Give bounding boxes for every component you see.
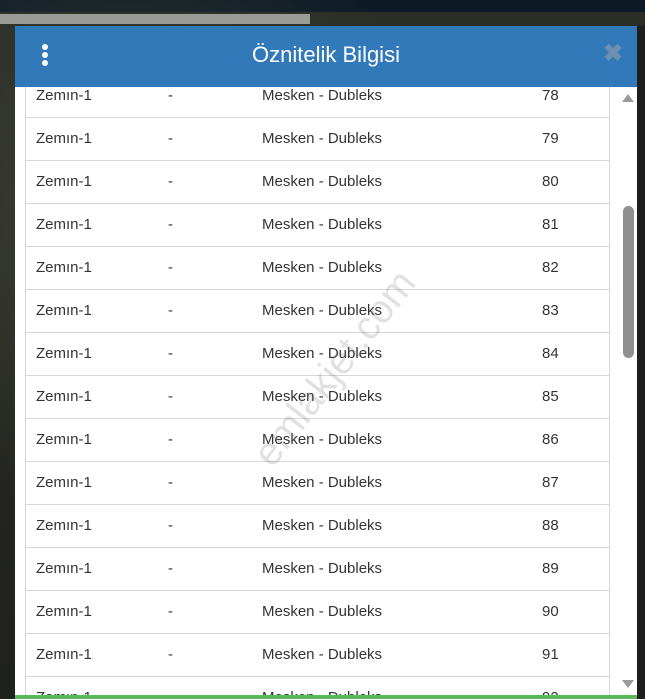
floor-cell: Zemın-1 [36, 517, 92, 534]
floor-cell: Zemın-1 [36, 87, 92, 104]
type-cell: Mesken - Dubleks [262, 431, 383, 448]
table-row[interactable]: Zemın-1 - Mesken - Dubleks 78 [26, 87, 609, 118]
table-row[interactable]: Zemın-1 - Mesken - Dubleks 85 [26, 376, 609, 419]
dash-cell: - [168, 431, 173, 448]
unit-number-cell: 90 [542, 603, 559, 620]
floor-cell: Zemın-1 [36, 431, 92, 448]
vertical-scrollbar[interactable] [618, 87, 637, 699]
dash-cell: - [168, 388, 173, 405]
dash-cell: - [168, 130, 173, 147]
type-cell: Mesken - Dubleks [262, 517, 383, 534]
table-row[interactable]: Zemın-1 - Mesken - Dubleks 89 [26, 548, 609, 591]
unit-number-cell: 83 [542, 302, 559, 319]
floor-cell: Zemın-1 [36, 259, 92, 276]
dash-cell: - [168, 603, 173, 620]
table-row[interactable]: Zemın-1 - Mesken - Dubleks 88 [26, 505, 609, 548]
table-row[interactable]: Zemın-1 - Mesken - Dubleks 91 [26, 634, 609, 677]
floor-cell: Zemın-1 [36, 646, 92, 663]
type-cell: Mesken - Dubleks [262, 603, 383, 620]
type-cell: Mesken - Dubleks [262, 474, 383, 491]
dash-cell: - [168, 216, 173, 233]
map-edge [637, 26, 645, 699]
panel-title: Öznitelik Bilgisi [252, 42, 400, 67]
panel-header: Öznitelik Bilgisi ✖ [15, 26, 637, 87]
table-row[interactable]: Zemın-1 - Mesken - Dubleks 83 [26, 290, 609, 333]
table-row[interactable]: Zemın-1 - Mesken - Dubleks 87 [26, 462, 609, 505]
type-cell: Mesken - Dubleks [262, 216, 383, 233]
table-row[interactable]: Zemın-1 - Mesken - Dubleks 90 [26, 591, 609, 634]
table-body: Zemın-1 - Mesken - Dubleks 78 Zemın-1 - Mesken… [26, 87, 609, 699]
unit-number-cell: 78 [542, 87, 559, 104]
table-row[interactable]: Zemın-1 - Mesken - Dubleks 86 [26, 419, 609, 462]
floor-cell: Zemın-1 [36, 130, 92, 147]
table-row[interactable]: Zemın-1 - Mesken - Dubleks 81 [26, 204, 609, 247]
type-cell: Mesken - Dubleks [262, 345, 383, 362]
unit-number-cell: 84 [542, 345, 559, 362]
scroll-up-arrow-icon[interactable] [622, 94, 634, 102]
floor-cell: Zemın-1 [36, 345, 92, 362]
type-cell: Mesken - Dubleks [262, 388, 383, 405]
dash-cell: - [168, 87, 173, 104]
unit-number-cell: 87 [542, 474, 559, 491]
floor-cell: Zemın-1 [36, 603, 92, 620]
unit-number-cell: 79 [542, 130, 559, 147]
dash-cell: - [168, 345, 173, 362]
table-row[interactable]: Zemın-1 - Mesken - Dubleks 79 [26, 118, 609, 161]
unit-number-cell: 81 [542, 216, 559, 233]
type-cell: Mesken - Dubleks [262, 130, 383, 147]
unit-number-cell: 80 [542, 173, 559, 190]
vertical-dots-menu-icon[interactable] [38, 44, 52, 70]
unit-number-cell: 91 [542, 646, 559, 663]
floor-cell: Zemın-1 [36, 216, 92, 233]
map-toolbar-strip [0, 14, 310, 24]
type-cell: Mesken - Dubleks [262, 560, 383, 577]
floor-cell: Zemın-1 [36, 388, 92, 405]
dash-cell: - [168, 259, 173, 276]
dash-cell: - [168, 517, 173, 534]
dash-cell: - [168, 302, 173, 319]
type-cell: Mesken - Dubleks [262, 302, 383, 319]
unit-number-cell: 86 [542, 431, 559, 448]
floor-cell: Zemın-1 [36, 474, 92, 491]
dash-cell: - [168, 474, 173, 491]
scroll-down-arrow-icon[interactable] [622, 680, 634, 688]
table-row[interactable]: Zemın-1 - Mesken - Dubleks 82 [26, 247, 609, 290]
type-cell: Mesken - Dubleks [262, 87, 383, 104]
unit-number-cell: 85 [542, 388, 559, 405]
type-cell: Mesken - Dubleks [262, 259, 383, 276]
floor-cell: Zemın-1 [36, 302, 92, 319]
type-cell: Mesken - Dubleks [262, 173, 383, 190]
dash-cell: - [168, 646, 173, 663]
attribute-info-panel: Öznitelik Bilgisi ✖ Zemın-1 - Mesken - Dub… [15, 26, 637, 699]
unit-number-cell: 82 [542, 259, 559, 276]
dash-cell: - [168, 560, 173, 577]
table-row[interactable]: Zemın-1 - Mesken - Dubleks 80 [26, 161, 609, 204]
dash-cell: - [168, 173, 173, 190]
type-cell: Mesken - Dubleks [262, 646, 383, 663]
unit-number-cell: 88 [542, 517, 559, 534]
panel-bottom-accent [15, 695, 637, 699]
scrollbar-thumb[interactable] [623, 206, 634, 358]
table-row[interactable]: Zemın-1 - Mesken - Dubleks 84 [26, 333, 609, 376]
floor-cell: Zemın-1 [36, 560, 92, 577]
floor-cell: Zemın-1 [36, 173, 92, 190]
close-icon[interactable]: ✖ [602, 42, 624, 66]
attribute-table: Zemın-1 - Mesken - Dubleks 78 Zemın-1 - Mesken… [25, 87, 610, 699]
unit-number-cell: 89 [542, 560, 559, 577]
